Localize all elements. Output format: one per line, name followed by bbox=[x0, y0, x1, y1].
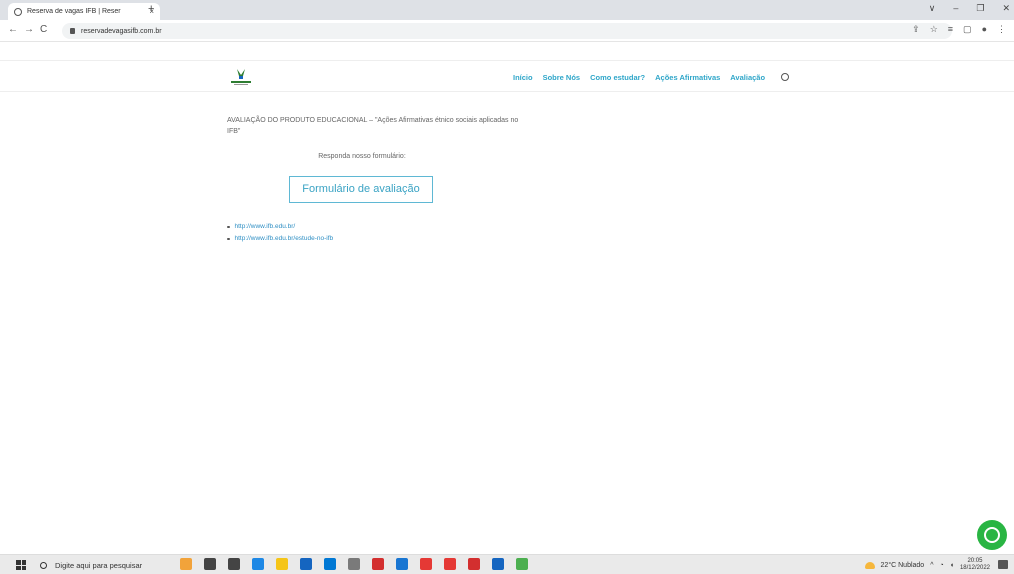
link-estude-no-ifb[interactable]: http://www.ifb.edu.br/estude-no-ifb bbox=[235, 233, 334, 245]
search-icon bbox=[40, 561, 47, 569]
volume-icon[interactable]: ◖ bbox=[950, 562, 954, 569]
reload-button[interactable]: C bbox=[40, 24, 47, 35]
reading-list-icon[interactable]: ≡ bbox=[948, 24, 953, 35]
tray-chevron-icon[interactable]: ^ bbox=[930, 562, 933, 569]
menu-icon[interactable]: ⋮ bbox=[997, 24, 1006, 35]
search-icon[interactable] bbox=[781, 73, 790, 81]
nav-como-estudar[interactable]: Como estudar? bbox=[590, 73, 645, 82]
taskbar-app-icon[interactable] bbox=[348, 558, 360, 570]
system-tray: 22°C Nublado ^ ◔ ◖ 20:05 18/12/2022 bbox=[864, 558, 990, 572]
windows-taskbar: Digite aqui para pesquisar 22°C Nublado … bbox=[0, 554, 1014, 574]
site-favicon-icon bbox=[14, 7, 22, 16]
toolbar-icons: ⇪ ☆ ≡ ▢ ● ⋮ bbox=[912, 24, 1006, 35]
taskbar-app-icon[interactable] bbox=[180, 558, 192, 570]
taskbar-app-icon[interactable] bbox=[276, 558, 288, 570]
taskbar-app-icon[interactable] bbox=[492, 558, 504, 570]
weather-text[interactable]: 22°C Nublado bbox=[881, 562, 925, 569]
list-item[interactable]: http://www.ifb.edu.br/estude-no-ifb bbox=[227, 233, 527, 245]
form-prompt: Responda nosso formulário: bbox=[318, 153, 406, 160]
network-icon[interactable]: ◔ bbox=[940, 562, 944, 569]
notification-icon[interactable] bbox=[998, 560, 1008, 569]
taskbar-app-icon[interactable] bbox=[324, 558, 336, 570]
bullet-icon bbox=[227, 225, 230, 229]
lock-icon bbox=[70, 28, 75, 34]
nav-acoes-afirmativas[interactable]: Ações Afirmativas bbox=[655, 73, 720, 82]
tab-search-icon[interactable]: ∨ bbox=[929, 3, 936, 14]
profile-icon[interactable]: ● bbox=[982, 24, 987, 35]
bullet-icon bbox=[227, 237, 230, 241]
address-bar[interactable]: reservadevagasifb.com.br bbox=[62, 23, 952, 39]
new-tab-button[interactable]: + bbox=[148, 3, 154, 15]
list-item[interactable]: http://www.ifb.edu.br/ bbox=[227, 221, 527, 233]
taskbar-app-icon[interactable] bbox=[396, 558, 408, 570]
window-controls: ∨ – ❐ ✕ bbox=[929, 3, 1010, 14]
taskbar-clock[interactable]: 20:05 18/12/2022 bbox=[960, 558, 990, 572]
taskbar-search-placeholder: Digite aqui para pesquisar bbox=[55, 560, 143, 570]
taskbar-app-icon[interactable] bbox=[252, 558, 264, 570]
page-heading: AVALIAÇÃO DO PRODUTO EDUCACIONAL – "Açõe… bbox=[227, 117, 519, 135]
link-list: http://www.ifb.edu.br/ http://www.ifb.ed… bbox=[227, 221, 527, 245]
whatsapp-icon bbox=[984, 527, 1000, 543]
browser-toolbar: ← → C reservadevagasifb.com.br ⇪ ☆ ≡ ▢ ●… bbox=[0, 20, 1014, 42]
taskbar-app-icon[interactable] bbox=[204, 558, 216, 570]
browser-tab[interactable]: Reserva de vagas IFB | Reser × bbox=[8, 3, 160, 20]
weather-icon bbox=[864, 561, 875, 569]
clock-date: 18/12/2022 bbox=[959, 565, 990, 571]
profept-logo[interactable] bbox=[228, 67, 254, 87]
taskbar-app-icon[interactable] bbox=[228, 558, 240, 570]
tab-title: Reserva de vagas IFB | Reser bbox=[27, 8, 121, 15]
main-content: AVALIAÇÃO DO PRODUTO EDUCACIONAL – "Açõe… bbox=[227, 115, 527, 245]
whatsapp-button[interactable] bbox=[977, 520, 1007, 550]
maximize-button[interactable]: ❐ bbox=[976, 3, 984, 14]
share-icon[interactable]: ⇪ bbox=[912, 24, 920, 35]
taskbar-apps bbox=[180, 558, 528, 570]
forward-button[interactable]: → bbox=[24, 24, 34, 35]
taskbar-app-icon[interactable] bbox=[444, 558, 456, 570]
taskbar-app-icon[interactable] bbox=[516, 558, 528, 570]
address-bar-url: reservadevagasifb.com.br bbox=[81, 27, 162, 35]
taskbar-app-icon[interactable] bbox=[372, 558, 384, 570]
minimize-button[interactable]: – bbox=[953, 3, 958, 14]
link-ifb[interactable]: http://www.ifb.edu.br/ bbox=[235, 221, 296, 233]
browser-tabstrip: Reserva de vagas IFB | Reser × + ∨ – ❐ ✕ bbox=[0, 0, 1014, 20]
taskbar-app-icon[interactable] bbox=[420, 558, 432, 570]
bookmark-star-icon[interactable]: ☆ bbox=[930, 24, 938, 35]
nav-sobre-nos[interactable]: Sobre Nós bbox=[543, 73, 581, 82]
clock-time: 20:05 bbox=[967, 558, 983, 564]
taskbar-app-icon[interactable] bbox=[300, 558, 312, 570]
taskbar-search[interactable]: Digite aqui para pesquisar bbox=[40, 558, 175, 572]
main-nav: Início Sobre Nós Como estudar? Ações Afi… bbox=[513, 73, 790, 82]
close-window-button[interactable]: ✕ bbox=[1002, 3, 1010, 14]
nav-avaliacao[interactable]: Avaliação bbox=[730, 73, 765, 82]
side-panel-icon[interactable]: ▢ bbox=[963, 24, 972, 35]
taskbar-app-icon[interactable] bbox=[468, 558, 480, 570]
evaluation-form-button[interactable]: Formulário de avaliação bbox=[289, 176, 433, 203]
site-header: Início Sobre Nós Como estudar? Ações Afi… bbox=[0, 60, 1014, 92]
nav-inicio[interactable]: Início bbox=[513, 73, 533, 82]
start-button[interactable] bbox=[16, 560, 26, 570]
back-button[interactable]: ← bbox=[8, 24, 18, 35]
